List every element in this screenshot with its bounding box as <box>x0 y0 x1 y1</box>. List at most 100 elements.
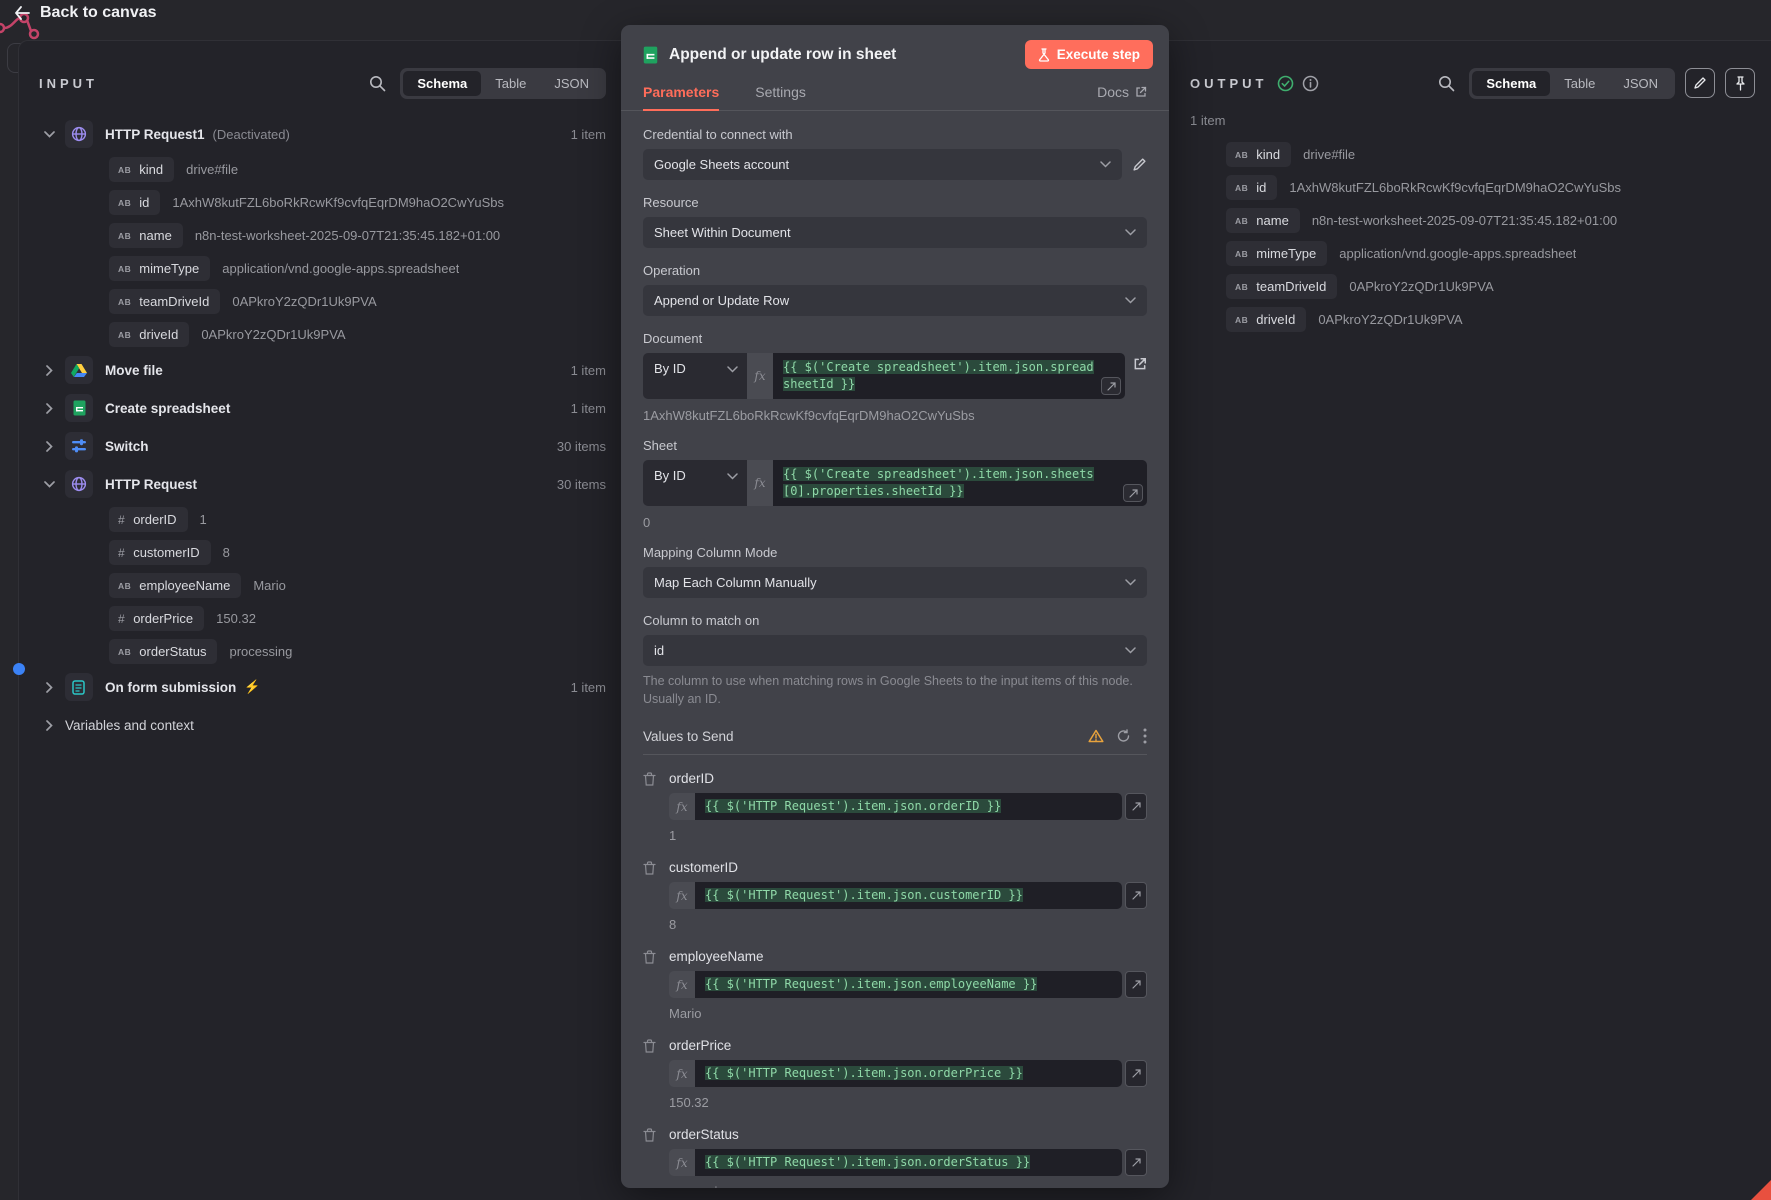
resource-select[interactable]: Sheet Within Document <box>643 217 1147 248</box>
schema-field-mimetype[interactable]: ABmimeType application/vnd.google-apps.s… <box>19 252 622 285</box>
expand-expression-icon[interactable] <box>1125 1060 1147 1087</box>
refresh-icon[interactable] <box>1116 729 1131 743</box>
search-icon[interactable] <box>1438 75 1455 92</box>
chevron-down-icon[interactable] <box>41 131 57 138</box>
string-type-icon: AB <box>118 330 131 340</box>
sheet-mode-value: By ID <box>654 468 727 483</box>
back-to-canvas-button[interactable]: Back to canvas <box>14 4 157 22</box>
schema-field-orderprice[interactable]: #orderPrice 150.32 <box>19 602 622 635</box>
tab-settings[interactable]: Settings <box>755 84 806 110</box>
schema-field-kind[interactable]: ABkind drive#file <box>1170 138 1771 171</box>
schema-field-driveid[interactable]: ABdriveId 0APkroY2zQDr1Uk9PVA <box>19 318 622 351</box>
search-icon[interactable] <box>369 75 386 92</box>
edit-output-button[interactable] <box>1685 68 1715 98</box>
execute-step-button[interactable]: Execute step <box>1025 40 1153 69</box>
number-type-icon: # <box>118 612 125 626</box>
docs-link[interactable]: Docs <box>1097 84 1147 110</box>
trash-icon[interactable] <box>643 1039 656 1053</box>
schema-field-kind[interactable]: ABkind drive#file <box>19 153 622 186</box>
field-value: 0APkroY2zQDr1Uk9PVA <box>201 327 345 342</box>
trash-icon[interactable] <box>643 1128 656 1142</box>
expand-expression-icon[interactable] <box>1123 484 1143 502</box>
input-node-http-request1[interactable]: HTTP Request1 (Deactivated) 1 item <box>19 115 622 153</box>
value-name: orderID <box>669 771 1147 786</box>
warning-icon[interactable] <box>1088 729 1104 743</box>
resource-label: Resource <box>643 195 1147 210</box>
field-value: drive#file <box>1303 147 1355 162</box>
schema-field-teamdriveid[interactable]: ABteamDriveId 0APkroY2zQDr1Uk9PVA <box>1170 270 1771 303</box>
schema-field-driveid[interactable]: ABdriveId 0APkroY2zQDr1Uk9PVA <box>1170 303 1771 336</box>
match-column-hint: The column to use when matching rows in … <box>643 673 1147 708</box>
output-tab-table[interactable]: Table <box>1550 71 1609 96</box>
trash-icon[interactable] <box>643 772 656 786</box>
input-node-switch[interactable]: Switch 30 items <box>19 427 622 465</box>
match-column-select[interactable]: id <box>643 635 1147 666</box>
node-item-count: 30 items <box>557 477 606 492</box>
input-tab-schema[interactable]: Schema <box>403 71 481 96</box>
chevron-down-icon[interactable] <box>41 481 57 488</box>
mapping-mode-select[interactable]: Map Each Column Manually <box>643 567 1147 598</box>
chevron-right-icon[interactable] <box>41 403 57 414</box>
schema-field-id[interactable]: ABid 1AxhW8kutFZL6boRkRcwKf9cvfqEqrDM9ha… <box>1170 171 1771 204</box>
edit-credential-icon[interactable] <box>1132 157 1147 172</box>
schema-field-id[interactable]: ABid 1AxhW8kutFZL6boRkRcwKf9cvfqEqrDM9ha… <box>19 186 622 219</box>
schema-field-teamdriveid[interactable]: ABteamDriveId 0APkroY2zQDr1Uk9PVA <box>19 285 622 318</box>
fx-icon: fx <box>669 1060 695 1087</box>
schema-field-employeename[interactable]: ABemployeeName Mario <box>19 569 622 602</box>
fx-icon: fx <box>669 882 695 909</box>
chevron-down-icon <box>1125 647 1136 654</box>
chevron-right-icon[interactable] <box>41 365 57 376</box>
expand-expression-icon[interactable] <box>1125 1149 1147 1176</box>
chevron-down-icon <box>1125 579 1136 586</box>
input-tab-table[interactable]: Table <box>481 71 540 96</box>
input-group-variables-context[interactable]: Variables and context <box>19 706 622 744</box>
value-expression-input[interactable]: {{ $('HTTP Request').item.json.orderPric… <box>695 1060 1122 1087</box>
document-resolved-value: 1AxhW8kutFZL6boRkRcwKf9cvfqEqrDM9haO2CwY… <box>643 408 1147 423</box>
trash-icon[interactable] <box>643 950 656 964</box>
document-expression-input[interactable]: {{ $('Create spreadsheet').item.json.spr… <box>773 353 1125 399</box>
value-expression-input[interactable]: {{ $('HTTP Request').item.json.orderStat… <box>695 1149 1122 1176</box>
fx-icon: fx <box>747 353 773 399</box>
value-expression-input[interactable]: {{ $('HTTP Request').item.json.customerI… <box>695 882 1122 909</box>
schema-field-orderstatus[interactable]: ABorderStatus processing <box>19 635 622 668</box>
output-tab-json[interactable]: JSON <box>1609 71 1672 96</box>
sheet-expression-input[interactable]: {{ $('Create spreadsheet').item.json.she… <box>773 460 1147 506</box>
switch-node-icon <box>65 432 93 460</box>
chevron-down-icon <box>727 473 738 480</box>
chevron-right-icon[interactable] <box>41 441 57 452</box>
value-expression-input[interactable]: {{ $('HTTP Request').item.json.employeeN… <box>695 971 1122 998</box>
chevron-right-icon[interactable] <box>41 682 57 693</box>
schema-field-customerid[interactable]: #customerID 8 <box>19 536 622 569</box>
expand-expression-icon[interactable] <box>1125 793 1147 820</box>
field-key: id <box>139 195 149 210</box>
expand-expression-icon[interactable] <box>1101 377 1121 395</box>
field-value: 0APkroY2zQDr1Uk9PVA <box>232 294 376 309</box>
value-expression-input[interactable]: {{ $('HTTP Request').item.json.orderID }… <box>695 793 1122 820</box>
input-tab-json[interactable]: JSON <box>540 71 603 96</box>
input-node-move-file[interactable]: Move file 1 item <box>19 351 622 389</box>
output-tab-schema[interactable]: Schema <box>1472 71 1550 96</box>
input-node-on-form-submission[interactable]: On form submission ⚡ 1 item <box>19 668 622 706</box>
expand-expression-icon[interactable] <box>1125 971 1147 998</box>
sheet-mode-select[interactable]: By ID <box>643 460 747 506</box>
expand-expression-icon[interactable] <box>1125 882 1147 909</box>
kebab-menu-icon[interactable] <box>1143 728 1147 744</box>
open-document-icon[interactable] <box>1133 357 1147 371</box>
field-key: teamDriveId <box>1256 279 1326 294</box>
schema-field-mimetype[interactable]: ABmimeType application/vnd.google-apps.s… <box>1170 237 1771 270</box>
credential-select[interactable]: Google Sheets account <box>643 149 1122 180</box>
schema-field-name[interactable]: ABname n8n-test-worksheet-2025-09-07T21:… <box>1170 204 1771 237</box>
schema-field-orderid[interactable]: #orderID 1 <box>19 503 622 536</box>
tab-parameters[interactable]: Parameters <box>643 84 719 110</box>
value-resolved: processing <box>669 1184 1147 1188</box>
trash-icon[interactable] <box>643 861 656 875</box>
operation-select[interactable]: Append or Update Row <box>643 285 1147 316</box>
chevron-right-icon[interactable] <box>41 720 57 731</box>
pin-data-button[interactable] <box>1725 68 1755 98</box>
input-node-http-request[interactable]: HTTP Request 30 items <box>19 465 622 503</box>
document-mode-select[interactable]: By ID <box>643 353 747 399</box>
field-value: 0APkroY2zQDr1Uk9PVA <box>1349 279 1493 294</box>
schema-field-name[interactable]: ABname n8n-test-worksheet-2025-09-07T21:… <box>19 219 622 252</box>
input-node-create-spreadsheet[interactable]: Create spreadsheet 1 item <box>19 389 622 427</box>
info-icon[interactable] <box>1302 75 1319 92</box>
